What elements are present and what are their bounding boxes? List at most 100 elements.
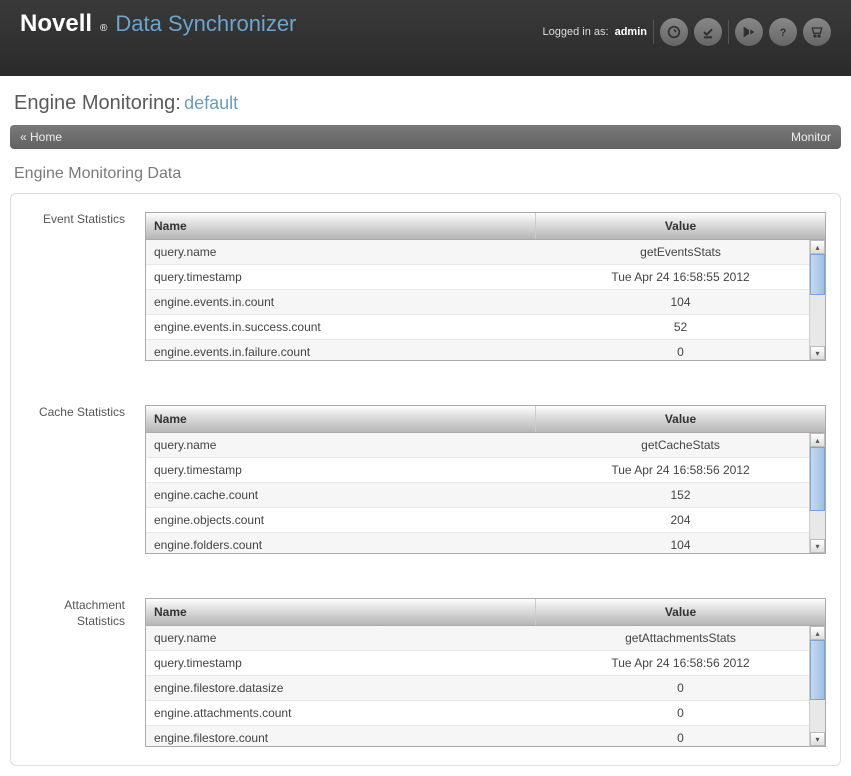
cell-value: 0: [536, 701, 825, 725]
table-row[interactable]: engine.events.in.count104: [146, 290, 825, 315]
col-header-value[interactable]: Value: [536, 213, 825, 239]
scroll-thumb[interactable]: [810, 447, 825, 511]
page-title-value: default: [184, 93, 238, 113]
cell-value: 0: [536, 340, 825, 360]
header-right: Logged in as: admin ?: [543, 10, 831, 46]
scroll-up-button[interactable]: ▴: [810, 433, 825, 447]
cell-name: engine.filestore.datasize: [146, 676, 536, 700]
scrollbar: ▴ ▾: [809, 626, 825, 746]
cell-name: query.timestamp: [146, 458, 536, 482]
table-row[interactable]: engine.events.in.failure.count0: [146, 340, 825, 360]
cell-name: engine.cache.count: [146, 483, 536, 507]
page-title-row: Engine Monitoring: default: [10, 86, 841, 125]
scroll-thumb[interactable]: [810, 640, 825, 700]
cell-name: engine.attachments.count: [146, 701, 536, 725]
grid-header: Name Value: [146, 406, 825, 433]
check-icon[interactable]: [694, 18, 722, 46]
table-row[interactable]: engine.folders.count104: [146, 533, 825, 553]
scroll-down-button[interactable]: ▾: [810, 346, 825, 360]
table-row[interactable]: engine.objects.count204: [146, 508, 825, 533]
attachment-statistics-grid: Name Value query.namegetAttachmentsStats…: [145, 598, 826, 747]
event-statistics-panel: Event Statistics Name Value query.namege…: [25, 212, 826, 361]
scroll-thumb[interactable]: [810, 254, 825, 295]
breadcrumb-bar: « Home Monitor: [10, 125, 841, 149]
scroll-track[interactable]: [810, 640, 825, 732]
cell-name: engine.events.in.failure.count: [146, 340, 536, 360]
table-row[interactable]: engine.attachments.count0: [146, 701, 825, 726]
scroll-down-button[interactable]: ▾: [810, 732, 825, 746]
event-statistics-label: Event Statistics: [25, 212, 125, 361]
cell-name: engine.filestore.count: [146, 726, 536, 746]
scrollbar: ▴ ▾: [809, 240, 825, 360]
cell-name: query.name: [146, 433, 536, 457]
scroll-track[interactable]: [810, 447, 825, 539]
table-row[interactable]: engine.filestore.count0: [146, 726, 825, 746]
cell-value: getEventsStats: [536, 240, 825, 264]
divider: [728, 20, 729, 44]
cell-value: 152: [536, 483, 825, 507]
scroll-down-button[interactable]: ▾: [810, 539, 825, 553]
logged-in-label: Logged in as:: [543, 26, 609, 38]
col-header-name[interactable]: Name: [146, 599, 536, 625]
cell-value: 104: [536, 533, 825, 553]
attachment-statistics-label: Attachment Statistics: [25, 598, 125, 747]
cell-name: engine.objects.count: [146, 508, 536, 532]
cell-value: getAttachmentsStats: [536, 626, 825, 650]
cart-icon[interactable]: [803, 18, 831, 46]
cell-value: Tue Apr 24 16:58:55 2012: [536, 265, 825, 289]
table-row[interactable]: query.timestampTue Apr 24 16:58:56 2012: [146, 651, 825, 676]
brand: Novell ® Data Synchronizer: [20, 10, 296, 38]
cell-name: query.timestamp: [146, 265, 536, 289]
scroll-track[interactable]: [810, 254, 825, 346]
table-row[interactable]: engine.events.in.success.count52: [146, 315, 825, 340]
brand-reg: ®: [100, 23, 107, 34]
table-row[interactable]: query.namegetAttachmentsStats: [146, 626, 825, 651]
cache-statistics-panel: Cache Statistics Name Value query.namege…: [25, 405, 826, 554]
attachment-statistics-panel: Attachment Statistics Name Value query.n…: [25, 598, 826, 747]
panels-container: Event Statistics Name Value query.namege…: [10, 193, 841, 766]
cell-name: engine.events.in.count: [146, 290, 536, 314]
event-statistics-grid: Name Value query.namegetEventsStatsquery…: [145, 212, 826, 361]
divider: [653, 20, 654, 44]
cell-name: engine.folders.count: [146, 533, 536, 553]
cell-name: query.name: [146, 240, 536, 264]
col-header-name[interactable]: Name: [146, 213, 536, 239]
cell-name: engine.events.in.success.count: [146, 315, 536, 339]
cell-value: getCacheStats: [536, 433, 825, 457]
brand-sub: Data Synchronizer: [115, 11, 296, 37]
col-header-name[interactable]: Name: [146, 406, 536, 432]
cell-value: 204: [536, 508, 825, 532]
scroll-up-button[interactable]: ▴: [810, 626, 825, 640]
logout-icon[interactable]: [735, 18, 763, 46]
table-row[interactable]: query.timestampTue Apr 24 16:58:56 2012: [146, 458, 825, 483]
page-title: Engine Monitoring:: [14, 92, 181, 114]
cell-value: Tue Apr 24 16:58:56 2012: [536, 458, 825, 482]
breadcrumb-home-link[interactable]: « Home: [20, 130, 62, 144]
scroll-up-button[interactable]: ▴: [810, 240, 825, 254]
grid-header: Name Value: [146, 599, 825, 626]
cell-name: query.name: [146, 626, 536, 650]
breadcrumb-right: Monitor: [791, 130, 831, 144]
cell-value: 0: [536, 726, 825, 746]
cell-name: query.timestamp: [146, 651, 536, 675]
help-icon[interactable]: ?: [769, 18, 797, 46]
brand-main: Novell: [20, 10, 92, 38]
table-row[interactable]: engine.filestore.datasize0: [146, 676, 825, 701]
svg-text:?: ?: [780, 27, 787, 39]
scrollbar: ▴ ▾: [809, 433, 825, 553]
cache-statistics-label: Cache Statistics: [25, 405, 125, 554]
cache-statistics-grid: Name Value query.namegetCacheStatsquery.…: [145, 405, 826, 554]
cell-value: 0: [536, 676, 825, 700]
table-row[interactable]: query.timestampTue Apr 24 16:58:55 2012: [146, 265, 825, 290]
refresh-icon[interactable]: [660, 18, 688, 46]
table-row[interactable]: engine.cache.count152: [146, 483, 825, 508]
table-row[interactable]: query.namegetCacheStats: [146, 433, 825, 458]
cell-value: 52: [536, 315, 825, 339]
col-header-value[interactable]: Value: [536, 599, 825, 625]
col-header-value[interactable]: Value: [536, 406, 825, 432]
table-row[interactable]: query.namegetEventsStats: [146, 240, 825, 265]
logged-in-user: admin: [615, 26, 647, 38]
grid-header: Name Value: [146, 213, 825, 240]
section-title: Engine Monitoring Data: [10, 149, 841, 193]
cell-value: 104: [536, 290, 825, 314]
